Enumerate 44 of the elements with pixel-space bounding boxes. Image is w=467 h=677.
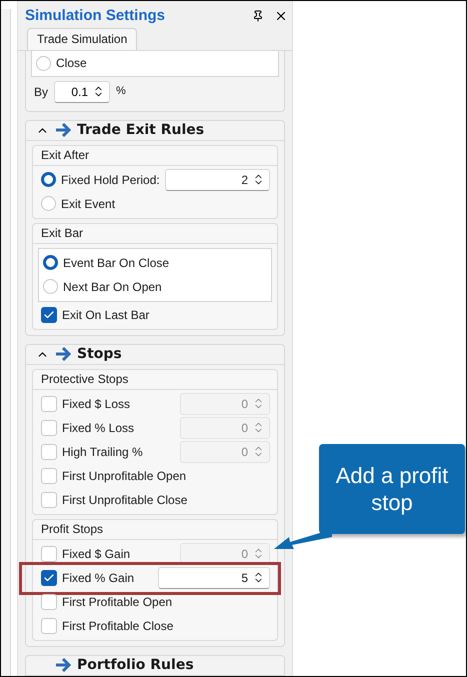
radio-button[interactable] [41, 172, 56, 187]
checkbox[interactable] [41, 594, 57, 610]
option-label: Fixed % Gain [62, 570, 134, 586]
checkbox[interactable] [41, 468, 57, 484]
option-label: First Unprofitable Close [62, 492, 188, 508]
option-label: High Trailing % [62, 444, 143, 460]
option-label: Fixed % Loss [62, 420, 134, 436]
check-icon [43, 308, 55, 320]
option-label: First Unprofitable Open [62, 468, 186, 484]
option-label: Exit Event [61, 196, 116, 212]
number-spinner[interactable]: 0.1 [54, 80, 110, 102]
group-title: Protective Stops [41, 371, 128, 388]
section-title: Stops [77, 344, 122, 364]
option-label: Fixed $ Loss [62, 396, 130, 412]
arrow-icon [55, 347, 71, 361]
pin-icon[interactable] [252, 10, 264, 22]
radio-button[interactable] [43, 255, 58, 270]
checkbox[interactable] [41, 492, 57, 508]
option-label: First Profitable Open [62, 594, 172, 610]
option-label: Exit On Last Bar [62, 306, 150, 324]
option-label: Event Bar On Close [63, 254, 170, 272]
option-label: First Profitable Close [62, 618, 174, 634]
section-title: Trade Exit Rules [77, 120, 204, 140]
option-label: Close [56, 55, 87, 72]
group-title: Profit Stops [41, 521, 104, 538]
option-label: Fixed $ Gain [62, 546, 130, 562]
arrow-icon [55, 123, 71, 137]
group-title: Exit After [41, 147, 90, 164]
section-title: Portfolio Rules [77, 656, 194, 674]
checkbox[interactable] [41, 618, 57, 634]
check-icon [43, 572, 55, 584]
by-label: By [34, 84, 48, 100]
checkbox[interactable] [41, 306, 57, 322]
number-spinner[interactable]: 5 [158, 566, 270, 588]
panel-title: Simulation Settings [25, 6, 166, 26]
arrow-icon [55, 658, 71, 672]
group-title: Exit Bar [41, 225, 84, 242]
checkbox[interactable] [41, 570, 57, 586]
option-label: Next Bar On Open [63, 278, 162, 296]
callout-text: Add a profit stop [334, 462, 450, 516]
unit-label: % [116, 84, 126, 100]
tab[interactable]: Trade Simulation [27, 28, 138, 50]
option-label: Fixed Hold Period: [61, 172, 160, 188]
number-spinner[interactable]: 2 [164, 168, 270, 190]
